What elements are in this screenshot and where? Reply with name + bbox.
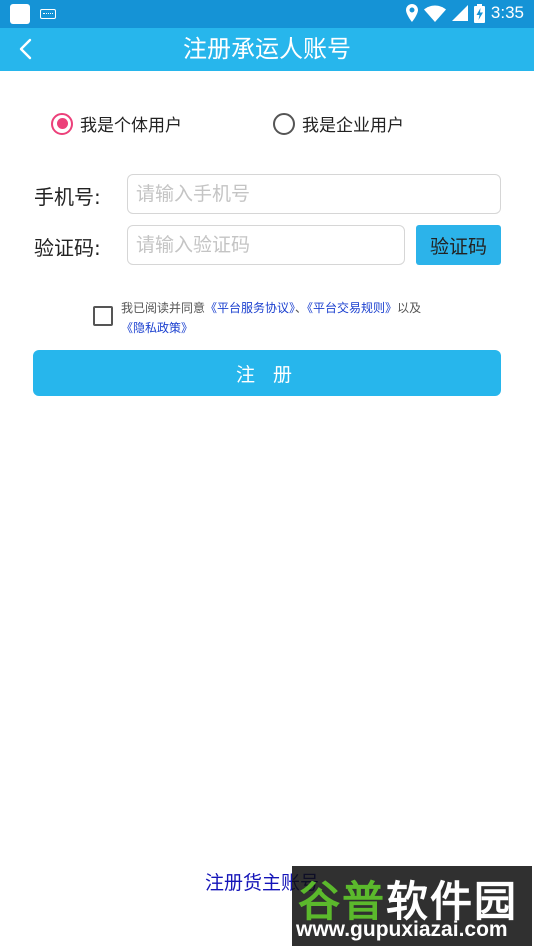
wifi-icon: [423, 5, 446, 22]
agreement-prefix: 我已阅读并同意: [121, 301, 206, 315]
signal-icon: [451, 5, 468, 21]
agreement-suffix: 以及: [397, 301, 422, 315]
privacy-policy-link[interactable]: 《隐私政策》: [121, 321, 193, 335]
status-bar-notifications: [10, 4, 56, 24]
status-bar-system: 3:35: [405, 3, 524, 23]
trade-rules-link[interactable]: 《平台交易规则》: [307, 301, 397, 315]
phone-label: 手机号:: [34, 185, 101, 209]
get-code-button[interactable]: 验证码: [416, 225, 501, 265]
battery-charging-icon: [473, 3, 485, 23]
register-button[interactable]: 注 册: [33, 350, 501, 396]
service-agreement-link[interactable]: 《平台服务协议》: [205, 301, 295, 315]
radio-checked-icon: [51, 112, 73, 135]
watermark-url: www.gupuxiazai.com: [296, 918, 508, 941]
radio-individual-user[interactable]: 我是个体用户: [51, 111, 182, 136]
radio-enterprise-label: 我是企业用户: [302, 116, 404, 136]
watermark-logo: 谷普软件园 www.gupuxiazai.com: [292, 866, 532, 946]
radio-individual-label: 我是个体用户: [80, 116, 182, 136]
page-title: 注册承运人账号: [183, 35, 351, 63]
agreement-text: 我已阅读并同意《平台服务协议》、《平台交易规则》以及 《隐私政策》: [121, 298, 481, 338]
code-input[interactable]: [127, 225, 405, 265]
app-notification-icon: [10, 4, 30, 24]
code-label: 验证码:: [34, 236, 101, 260]
keyboard-icon: [40, 9, 56, 19]
status-bar: 3:35: [0, 0, 534, 28]
agreement-separator: 、: [295, 301, 308, 315]
status-time: 3:35: [490, 3, 524, 22]
toolbar: 注册承运人账号: [0, 28, 534, 71]
radio-unchecked-icon: [273, 112, 295, 135]
location-icon: [405, 4, 418, 22]
radio-enterprise-user[interactable]: 我是企业用户: [273, 111, 404, 136]
agreement-checkbox[interactable]: [93, 306, 113, 326]
phone-input[interactable]: [127, 174, 501, 214]
